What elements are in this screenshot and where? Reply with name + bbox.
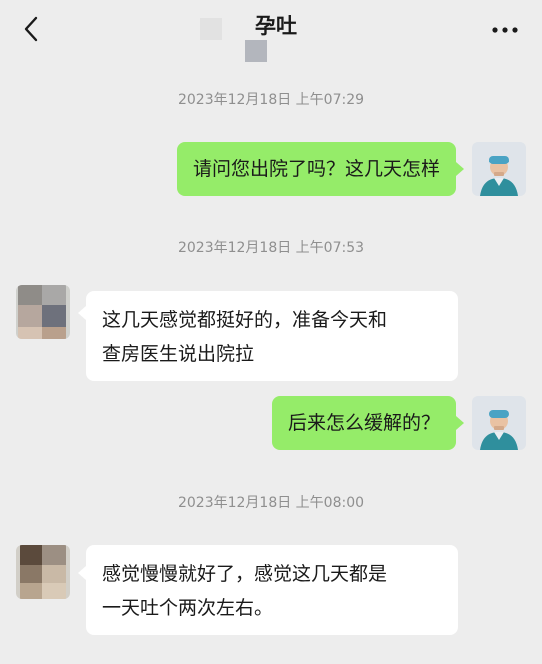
chat-title: 孕吐 (255, 14, 297, 38)
timestamp: 2023年12月18日 上午07:29 (177, 92, 365, 108)
doctor-avatar[interactable] (472, 396, 526, 450)
message-text: 后来怎么缓解的？ (287, 412, 440, 434)
chat-title-area: 孕吐 (190, 4, 350, 62)
message-bubble-sent[interactable]: 请问您出院了吗？这几天怎样 (176, 142, 456, 196)
patient-avatar[interactable] (16, 285, 70, 339)
bubble-tail (456, 162, 464, 176)
bubble-tail (456, 416, 464, 430)
message-bubble-sent[interactable]: 后来怎么缓解的？ (271, 396, 456, 450)
message-text-line: 一天吐个两次左右。 (102, 597, 274, 619)
more-dots-icon (492, 27, 518, 33)
timestamp: 2023年12月18日 上午08:00 (177, 495, 365, 511)
message-bubble-received[interactable]: 感觉慢慢就好了，感觉这几天都是 一天吐个两次左右。 (86, 545, 458, 635)
message-bubble-received[interactable]: 这几天感觉都挺好的，准备今天和 查房医生说出院拉 (86, 291, 458, 381)
redacted-subtitle-block (245, 40, 267, 62)
message-text: 请问您出院了吗？这几天怎样 (192, 158, 440, 180)
message-text-line: 这几天感觉都挺好的，准备今天和 (102, 309, 388, 331)
message-text-line: 查房医生说出院拉 (102, 343, 255, 365)
bubble-tail (78, 306, 86, 320)
chat-header: 孕吐 (0, 0, 542, 62)
patient-avatar[interactable] (16, 545, 70, 599)
doctor-avatar[interactable] (472, 142, 526, 196)
chevron-left-icon (24, 16, 38, 42)
back-button[interactable] (18, 14, 44, 44)
redacted-title-block (200, 18, 222, 40)
message-text-line: 感觉慢慢就好了，感觉这几天都是 (102, 563, 388, 585)
timestamp: 2023年12月18日 上午07:53 (177, 240, 365, 256)
bubble-tail (78, 566, 86, 580)
more-button[interactable] (490, 20, 520, 40)
